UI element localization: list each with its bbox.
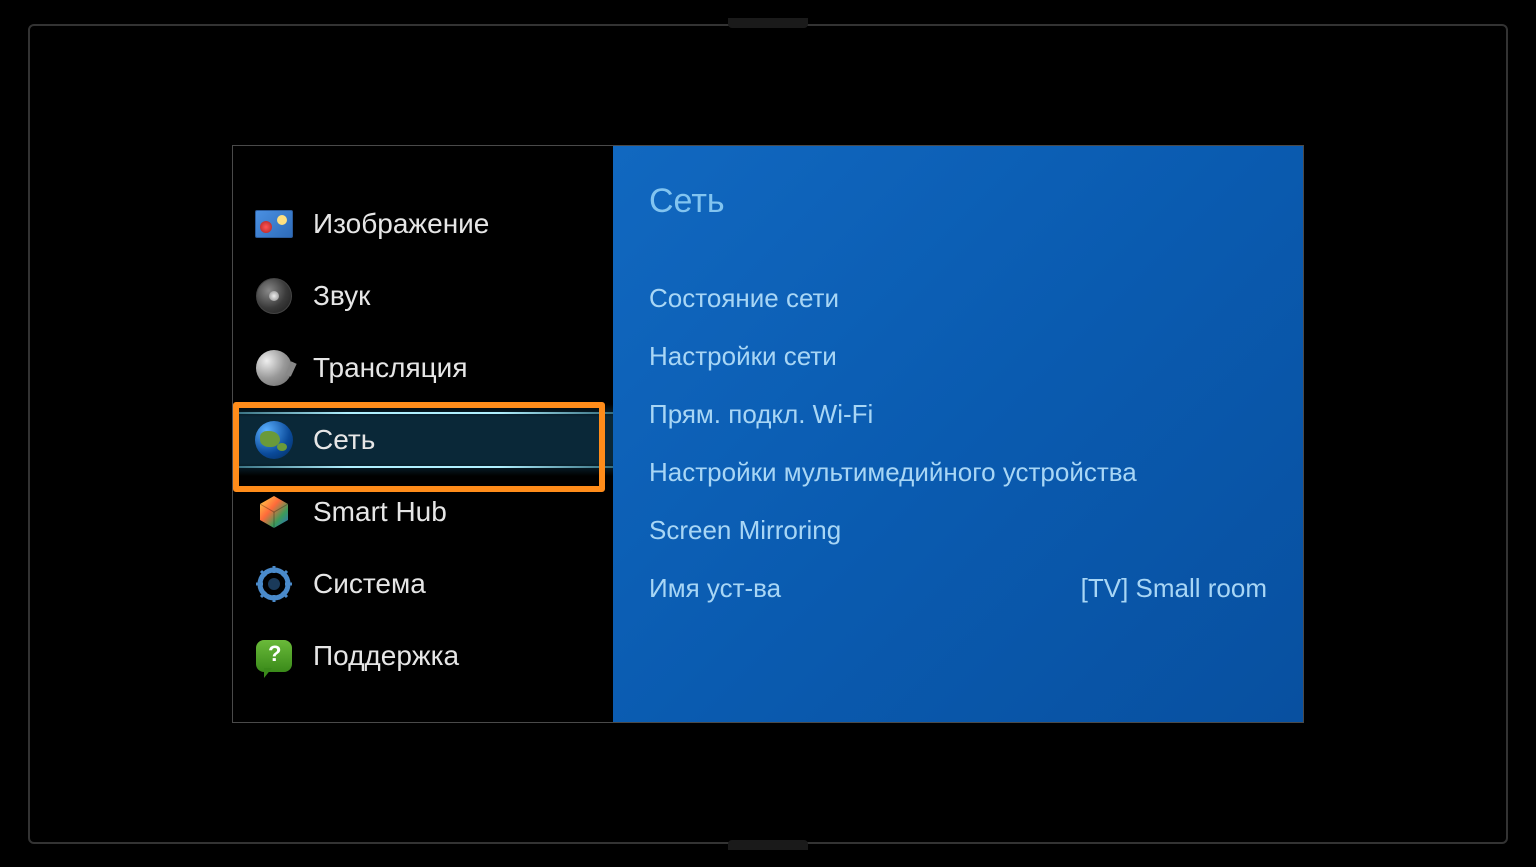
panel-item-label: Screen Mirroring	[649, 501, 841, 559]
sidebar-item-label: Поддержка	[313, 640, 459, 672]
panel-item-screen-mirroring[interactable]: Screen Mirroring	[649, 501, 1267, 559]
panel-item-label: Настройки сети	[649, 327, 837, 385]
tv-screen: Изображение Звук Трансляция Сеть	[232, 145, 1304, 723]
sidebar-item-label: Звук	[313, 280, 370, 312]
panel-item-wifi-direct[interactable]: Прям. подкл. Wi-Fi	[649, 385, 1267, 443]
tv-notch-bottom	[728, 840, 808, 850]
sidebar-item-label: Smart Hub	[313, 496, 447, 528]
smarthub-icon	[253, 491, 295, 533]
panel-item-label: Прям. подкл. Wi-Fi	[649, 385, 873, 443]
tv-notch-top	[728, 18, 808, 28]
panel-item-network-settings[interactable]: Настройки сети	[649, 327, 1267, 385]
settings-sidebar: Изображение Звук Трансляция Сеть	[233, 146, 613, 722]
panel-item-network-status[interactable]: Состояние сети	[649, 269, 1267, 327]
globe-icon	[253, 419, 295, 461]
panel-title: Сеть	[649, 182, 1267, 221]
sidebar-item-sound[interactable]: Звук	[233, 260, 613, 332]
picture-icon	[253, 203, 295, 245]
sidebar-item-picture[interactable]: Изображение	[233, 188, 613, 260]
sidebar-item-broadcast[interactable]: Трансляция	[233, 332, 613, 404]
sidebar-item-network[interactable]: Сеть	[233, 404, 613, 476]
sidebar-item-label: Изображение	[313, 208, 489, 240]
sidebar-item-label: Сеть	[313, 424, 375, 456]
sidebar-item-smarthub[interactable]: Smart Hub	[233, 476, 613, 548]
sidebar-item-system[interactable]: Система	[233, 548, 613, 620]
tv-bezel: Изображение Звук Трансляция Сеть	[28, 24, 1508, 844]
sound-icon	[253, 275, 295, 317]
sidebar-item-label: Система	[313, 568, 426, 600]
sidebar-item-support[interactable]: Поддержка	[233, 620, 613, 692]
gear-icon	[253, 563, 295, 605]
panel-item-value: [TV] Small room	[1081, 559, 1267, 617]
support-icon	[253, 635, 295, 677]
broadcast-icon	[253, 347, 295, 389]
panel-item-label: Имя уст-ва	[649, 559, 781, 617]
sidebar-item-label: Трансляция	[313, 352, 467, 384]
panel-item-device-name[interactable]: Имя уст-ва [TV] Small room	[649, 559, 1267, 617]
panel-item-label: Настройки мультимедийного устройства	[649, 443, 1137, 501]
panel-item-label: Состояние сети	[649, 269, 839, 327]
panel-item-multimedia-settings[interactable]: Настройки мультимедийного устройства	[649, 443, 1267, 501]
network-panel: Сеть Состояние сети Настройки сети Прям.…	[613, 146, 1303, 722]
